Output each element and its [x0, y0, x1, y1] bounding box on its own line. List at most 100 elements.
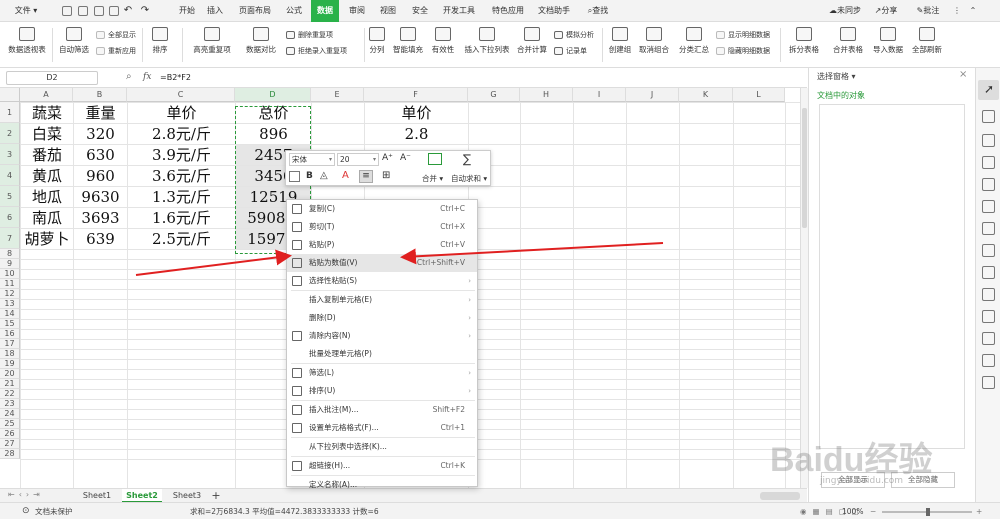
- row-header-12[interactable]: 12: [0, 289, 20, 299]
- sync-status[interactable]: ☁未同步: [824, 0, 866, 22]
- tab-security[interactable]: 安全: [410, 0, 430, 22]
- sort-button[interactable]: 排序: [146, 27, 174, 55]
- save-icon[interactable]: [62, 6, 72, 16]
- tab-view[interactable]: 视图: [378, 0, 398, 22]
- cell-c5[interactable]: 1.3元/斤: [128, 187, 235, 207]
- border-icon[interactable]: ⊞: [382, 170, 390, 181]
- column-header-h[interactable]: H: [520, 88, 573, 102]
- align-center-icon[interactable]: ≡: [359, 170, 373, 183]
- column-header-k[interactable]: K: [679, 88, 733, 102]
- row-header-7[interactable]: 7: [0, 228, 20, 249]
- cell-b4[interactable]: 960: [74, 166, 127, 186]
- font-color-icon[interactable]: A: [342, 170, 349, 181]
- sheet-tab-2[interactable]: Sheet2: [122, 489, 162, 503]
- undo-icon[interactable]: ↶: [123, 0, 133, 22]
- merge-calc-button[interactable]: 合并计算: [514, 27, 550, 55]
- highlight-duplicates-button[interactable]: 高亮重复项: [188, 27, 236, 55]
- cell-c4[interactable]: 3.6元/斤: [128, 166, 235, 186]
- sheet-tab-3[interactable]: Sheet3: [168, 489, 206, 503]
- zoom-slider-thumb[interactable]: [926, 508, 930, 516]
- hide-detail-button[interactable]: 隐藏明细数据: [716, 46, 770, 56]
- font-family-select[interactable]: 宋体 ▾: [289, 153, 335, 166]
- select-all-corner[interactable]: [0, 88, 20, 102]
- record-form-button[interactable]: 记录单: [554, 46, 587, 56]
- zoom-level[interactable]: 100%: [842, 503, 863, 520]
- tab-home[interactable]: 开始: [177, 0, 197, 22]
- create-group-button[interactable]: 创建组: [606, 27, 634, 55]
- shape-icon[interactable]: [982, 110, 995, 123]
- grid-icon[interactable]: [982, 178, 995, 191]
- menu-item-comment[interactable]: 插入批注(M)... Shift+F2: [287, 401, 477, 419]
- row-header-4[interactable]: 4: [0, 165, 20, 186]
- cell-c3[interactable]: 3.9元/斤: [128, 145, 235, 165]
- tab-formula[interactable]: 公式: [284, 0, 304, 22]
- menu-item-item-15[interactable]: 定义名称(A)...: [287, 476, 477, 494]
- cell-f1[interactable]: 单价: [365, 103, 468, 123]
- column-header-g[interactable]: G: [468, 88, 520, 102]
- column-header-i[interactable]: I: [573, 88, 626, 102]
- row-header-17[interactable]: 17: [0, 339, 20, 349]
- list-icon[interactable]: [982, 310, 995, 323]
- data-compare-button[interactable]: 数据对比: [240, 27, 282, 55]
- layout-icon[interactable]: [982, 266, 995, 279]
- table-icon[interactable]: [982, 156, 995, 169]
- menu-item-link[interactable]: 超链接(H)... Ctrl+K: [287, 457, 477, 475]
- row-header-8[interactable]: 8: [0, 249, 20, 259]
- protect-status[interactable]: 文档未保护: [35, 503, 73, 520]
- column-header-j[interactable]: J: [626, 88, 679, 102]
- menu-item-paste[interactable]: 粘贴(P) Ctrl+V: [287, 236, 477, 254]
- print-icon[interactable]: [94, 6, 104, 16]
- row-header-22[interactable]: 22: [0, 389, 20, 399]
- row-header-16[interactable]: 16: [0, 329, 20, 339]
- row-header-3[interactable]: 3: [0, 144, 20, 165]
- merge-icon[interactable]: [428, 153, 442, 165]
- menu-item-filter[interactable]: 筛选(L) ›: [287, 364, 477, 382]
- row-header-10[interactable]: 10: [0, 269, 20, 279]
- object-list[interactable]: [819, 104, 965, 449]
- cell-c7[interactable]: 2.5元/斤: [128, 229, 235, 249]
- row-header-13[interactable]: 13: [0, 299, 20, 309]
- collapse-ribbon-icon[interactable]: ⌃: [968, 0, 978, 22]
- menu-item-item-6[interactable]: 删除(D) ›: [287, 309, 477, 327]
- function-icon[interactable]: [982, 222, 995, 235]
- row-header-15[interactable]: 15: [0, 319, 20, 329]
- redo-icon[interactable]: ↷: [140, 0, 150, 22]
- export-pdf-icon[interactable]: [78, 6, 88, 16]
- cell-a7[interactable]: 胡萝卜: [21, 229, 73, 249]
- zoom-in-icon[interactable]: +: [976, 503, 982, 520]
- column-header-b[interactable]: B: [73, 88, 127, 102]
- cell-b1[interactable]: 重量: [74, 103, 127, 123]
- tab-features[interactable]: 特色应用: [490, 0, 526, 22]
- show-detail-button[interactable]: 显示明细数据: [716, 30, 770, 40]
- column-header-a[interactable]: A: [20, 88, 73, 102]
- simulate-button[interactable]: 模拟分析: [554, 30, 594, 40]
- zoom-formula-icon[interactable]: ⌕: [126, 71, 132, 82]
- row-header-20[interactable]: 20: [0, 369, 20, 379]
- menu-item-paste-values[interactable]: 粘贴为数值(V) Ctrl+Shift+V: [287, 254, 477, 272]
- row-header-21[interactable]: 21: [0, 379, 20, 389]
- row-header-9[interactable]: 9: [0, 259, 20, 269]
- file-menu[interactable]: 文件 ▾: [8, 0, 44, 22]
- menu-item-copy[interactable]: 复制(C) Ctrl+C: [287, 200, 477, 218]
- cell-b5[interactable]: 9630: [74, 187, 127, 207]
- autosum-button[interactable]: 自动求和 ▾: [451, 173, 487, 184]
- cell-b2[interactable]: 320: [74, 124, 127, 144]
- scroll-thumb[interactable]: [802, 108, 807, 228]
- menu-item-item-5[interactable]: 插入复制单元格(E) ›: [287, 291, 477, 309]
- chart-icon[interactable]: [982, 200, 995, 213]
- reject-duplicates-button[interactable]: 拒绝录入重复项: [286, 46, 347, 56]
- smart-fill-button[interactable]: 智能填充: [390, 27, 426, 55]
- tab-developer[interactable]: 开发工具: [442, 0, 476, 22]
- menu-item-clear[interactable]: 清除内容(N) ›: [287, 327, 477, 345]
- row-header-6[interactable]: 6: [0, 207, 20, 228]
- column-header-d[interactable]: D: [235, 88, 311, 102]
- cell-a1[interactable]: 蔬菜: [21, 103, 73, 123]
- pivot-table-button[interactable]: 数据透视表: [6, 27, 48, 55]
- sum-icon[interactable]: ∑: [463, 152, 471, 166]
- row-header-5[interactable]: 5: [0, 186, 20, 207]
- cell-a4[interactable]: 黄瓜: [21, 166, 73, 186]
- row-header-18[interactable]: 18: [0, 349, 20, 359]
- vertical-scrollbar[interactable]: [800, 88, 808, 488]
- split-table-button[interactable]: 拆分表格: [784, 27, 824, 55]
- merge-button[interactable]: 合并 ▾: [422, 173, 443, 184]
